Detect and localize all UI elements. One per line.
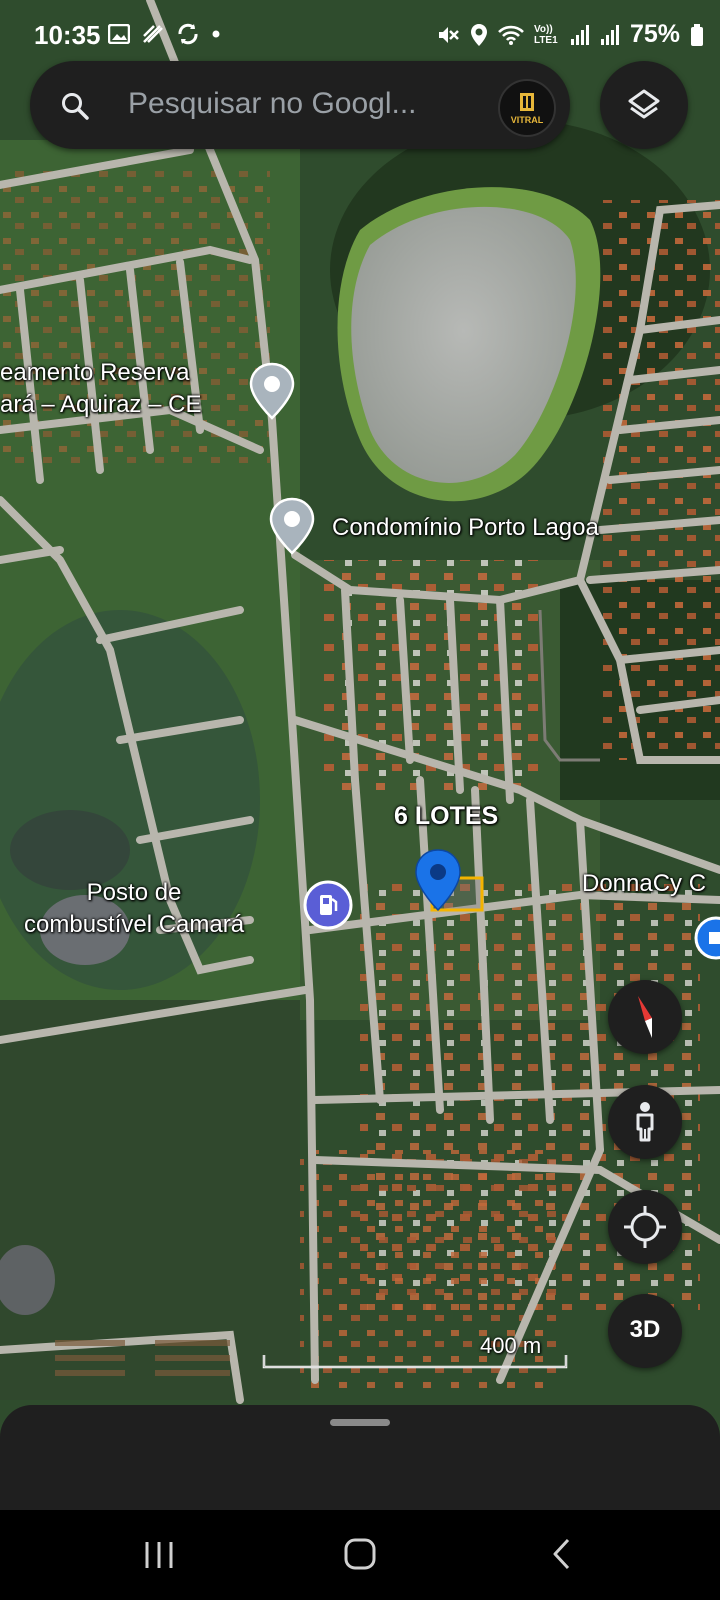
street-view-button[interactable] bbox=[608, 1085, 682, 1159]
label-posto-line1: Posto de bbox=[86, 879, 182, 906]
status-time: 10:35 bbox=[34, 20, 101, 50]
search-bar[interactable]: Pesquisar no Googl... VITRAL bbox=[30, 61, 570, 149]
3d-button[interactable]: 3D bbox=[608, 1294, 682, 1368]
place-pin-icon[interactable] bbox=[248, 362, 296, 420]
location-icon bbox=[470, 23, 487, 46]
signal-icon-2 bbox=[600, 24, 619, 45]
cast-stripes-icon bbox=[143, 25, 163, 43]
layers-icon bbox=[628, 89, 660, 119]
layers-button[interactable] bbox=[600, 61, 688, 149]
navigation-bar bbox=[0, 1510, 720, 1600]
compass-button[interactable] bbox=[608, 980, 682, 1054]
drag-handle[interactable] bbox=[330, 1419, 390, 1426]
avatar-label: VITRAL bbox=[510, 115, 544, 125]
my-location-icon bbox=[624, 1206, 666, 1248]
gallery-icon bbox=[108, 24, 130, 44]
bottom-sheet[interactable] bbox=[0, 1405, 720, 1510]
pegman-icon bbox=[636, 1102, 654, 1142]
gas-station-pin-icon[interactable] bbox=[302, 879, 354, 931]
place-pin-icon[interactable] bbox=[268, 497, 316, 555]
recent-apps-icon[interactable] bbox=[144, 1540, 174, 1570]
status-bar: 10:35 Vo)) LTE1 75% bbox=[0, 0, 720, 70]
search-input[interactable]: Pesquisar no Googl... bbox=[128, 87, 498, 121]
my-location-button[interactable] bbox=[608, 1190, 682, 1264]
signal-icon-1 bbox=[570, 24, 589, 45]
notification-icons bbox=[108, 22, 220, 46]
scale-bar bbox=[262, 1355, 568, 1369]
3d-button-label: 3D bbox=[629, 1316, 661, 1343]
back-icon[interactable] bbox=[552, 1538, 572, 1570]
mute-icon bbox=[438, 26, 459, 43]
dot-icon bbox=[212, 30, 220, 38]
home-icon[interactable] bbox=[344, 1538, 376, 1570]
label-loteamento-line2: ará – Aquiraz – CE bbox=[0, 391, 202, 418]
sync-icon bbox=[178, 23, 198, 45]
status-indicators: Vo)) LTE1 75% bbox=[436, 20, 704, 49]
store-pin-icon[interactable] bbox=[692, 914, 720, 966]
label-condominio[interactable]: Condomínio Porto Lagoa bbox=[332, 512, 599, 544]
label-posto-line2: combustível Camará bbox=[24, 911, 245, 938]
search-icon[interactable] bbox=[60, 91, 90, 121]
compass-icon bbox=[638, 996, 652, 1038]
wifi-icon bbox=[498, 25, 524, 45]
selected-location-pin-icon[interactable] bbox=[413, 848, 463, 912]
network-type: Vo)) LTE1 bbox=[533, 23, 558, 46]
battery-icon bbox=[691, 23, 703, 46]
label-donnacy[interactable]: DonnaCy C bbox=[582, 868, 706, 900]
label-loteamento-line1: eamento Reserva bbox=[0, 359, 190, 386]
label-posto[interactable]: Posto de combustível Camará bbox=[24, 877, 244, 941]
vitral-logo-icon bbox=[520, 93, 534, 111]
avatar[interactable]: VITRAL bbox=[498, 79, 556, 137]
label-lotes[interactable]: 6 LOTES bbox=[394, 800, 498, 832]
label-loteamento[interactable]: eamento Reserva ará – Aquiraz – CE bbox=[0, 357, 201, 421]
battery-percent: 75% bbox=[629, 20, 680, 48]
